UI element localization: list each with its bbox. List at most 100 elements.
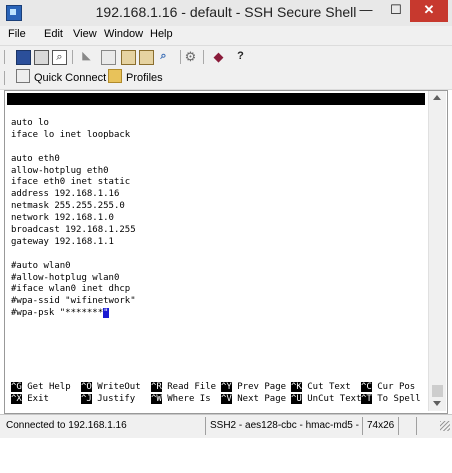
menu-window[interactable]: Window [104, 28, 143, 40]
profiles-label: Profiles [126, 72, 163, 84]
file-line: allow-hotplug eth0 [11, 165, 109, 176]
shortcut-key: ^U [291, 394, 302, 404]
shortcut-exit[interactable]: ^X Exit [11, 393, 49, 405]
maximize-button[interactable]: ☐ [382, 0, 410, 22]
shortcut-label: WriteOut [97, 382, 141, 392]
shortcut-uncut-text[interactable]: ^U UnCut Text [291, 393, 361, 405]
shortcut-get-help[interactable]: ^G Get Help [11, 381, 71, 393]
shortcut-next-page[interactable]: ^V Next Page [221, 393, 286, 405]
shortcut-label: Justify [97, 394, 136, 404]
toolbar-separator [180, 50, 181, 64]
file-line-current: #wpa-psk "*******" [11, 308, 136, 320]
file-line [11, 249, 136, 261]
file-line: broadcast 192.168.1.255 [11, 225, 136, 236]
menu-view[interactable]: View [73, 28, 97, 40]
shortcut-key: ^G [11, 382, 22, 392]
vertical-scrollbar[interactable] [428, 91, 446, 411]
minimize-button[interactable]: — [352, 0, 380, 22]
settings-icon[interactable]: ⚙ [184, 50, 197, 63]
shortcut-key: ^X [11, 394, 22, 404]
file-line: auto lo [11, 118, 49, 128]
toolbar-separator [203, 50, 204, 64]
toolbar: ⌕ ◣ ⌕ ⚙ ◆ ? [0, 45, 452, 69]
find-icon[interactable]: ◣ [80, 50, 93, 63]
current-line-text: #wpa-psk "******* [11, 308, 104, 319]
resize-grip-icon[interactable] [440, 421, 450, 431]
shortcut-writeout[interactable]: ^O WriteOut [81, 381, 141, 393]
shortcut-key: ^R [151, 382, 162, 392]
nano-header: GNU nano 2.2.6 File: /etc/network/interf… [7, 93, 425, 140]
save-icon[interactable] [16, 50, 31, 65]
scroll-down-arrow-icon[interactable] [433, 401, 441, 406]
cipher-status: SSH2 - aes128-cbc - hmac-md5 - nc [205, 417, 362, 435]
help-icon[interactable]: ? [234, 50, 247, 63]
file-line: address 192.168.1.16 [11, 189, 120, 200]
shortcut-label: Get Help [27, 382, 71, 392]
close-button[interactable]: ✕ [410, 0, 448, 22]
file-line: #auto wlan0 [11, 260, 71, 271]
terminal-size-status: 74x26 [362, 417, 395, 435]
shortcut-label: Where Is [167, 394, 211, 404]
paste-icon[interactable] [121, 50, 136, 65]
shortcut-key: ^Y [221, 382, 232, 392]
shortcut-key: ^V [221, 394, 232, 404]
connection-status: Connected to 192.168.1.16 [6, 420, 127, 431]
quick-connect-icon [16, 69, 30, 83]
paste-special-icon[interactable] [139, 50, 154, 65]
folder-icon [108, 69, 122, 83]
menu-edit[interactable]: Edit [44, 28, 63, 40]
shortcut-label: Read File [167, 382, 217, 392]
file-line: netmask 255.255.255.0 [11, 201, 125, 212]
shortcut-to-spell[interactable]: ^T To Spell [361, 393, 421, 405]
shortcut-key: ^K [291, 382, 302, 392]
scroll-up-arrow-icon[interactable] [433, 95, 441, 100]
file-line: auto eth0 [11, 153, 60, 164]
shortcut-key: ^C [361, 382, 372, 392]
quick-connect-button[interactable]: Quick Connect [16, 69, 106, 86]
text-cursor: " [103, 308, 109, 319]
copy-icon[interactable] [101, 50, 116, 65]
shortcut-label: To Spell [377, 394, 421, 404]
status-cell-empty [398, 417, 413, 435]
quick-connect-label: Quick Connect [34, 72, 107, 84]
menu-file[interactable]: File [8, 28, 26, 40]
shortcut-prev-page[interactable]: ^Y Prev Page [221, 381, 286, 393]
profiles-button[interactable]: Profiles [108, 69, 163, 86]
shortcut-row-1: ^G Get Help ^O WriteOut ^R Read File ^Y … [11, 381, 415, 393]
file-line [11, 142, 136, 154]
toolbar-grip [4, 71, 5, 85]
nano-version: GNU nano 2.2.6 [13, 106, 89, 116]
shortcut-label: UnCut Text [307, 394, 362, 404]
status-cell-empty [416, 417, 431, 435]
nano-shortcuts: ^G Get Help ^O WriteOut ^R Read File ^Y … [11, 381, 421, 405]
file-line: #allow-hotplug wlan0 [11, 272, 120, 283]
menu-help[interactable]: Help [150, 28, 173, 40]
file-line: gateway 192.168.1.1 [11, 236, 114, 247]
print-icon[interactable] [34, 50, 49, 65]
file-line: #wpa-ssid "wifinetwork" [11, 296, 136, 307]
shortcut-label: Prev Page [237, 382, 287, 392]
search-icon[interactable]: ⌕ [157, 50, 170, 63]
shortcut-cut-text[interactable]: ^K Cut Text [291, 381, 351, 393]
shortcut-where-is[interactable]: ^W Where Is [151, 393, 211, 405]
title-bar: 192.168.1.16 - default - SSH Secure Shel… [0, 0, 452, 27]
shortcut-key: ^J [81, 394, 92, 404]
shortcut-justify[interactable]: ^J Justify [81, 393, 135, 405]
scroll-thumb[interactable] [432, 385, 443, 397]
file-line: iface lo inet loopback [11, 129, 131, 140]
terminal[interactable]: GNU nano 2.2.6 File: /etc/network/interf… [5, 91, 427, 411]
profile-icon[interactable]: ◆ [212, 50, 225, 63]
file-content: auto lo iface lo inet loopback auto eth0… [11, 118, 136, 320]
shortcut-label: Next Page [237, 394, 287, 404]
shortcut-key: ^T [361, 394, 372, 404]
nano-modified-status: Modified [375, 130, 419, 140]
file-line: network 192.168.1.0 [11, 213, 114, 224]
shortcut-read-file[interactable]: ^R Read File [151, 381, 216, 393]
file-line: iface eth0 inet static [11, 177, 131, 188]
shortcut-key: ^W [151, 394, 162, 404]
nano-file-name: File: /etc/network/interfaces [117, 118, 275, 128]
shortcut-row-2: ^X Exit ^J Justify ^W Where Is ^V Next P… [11, 393, 421, 405]
file-line: #iface wlan0 inet dhcp [11, 284, 131, 295]
shortcut-cur-pos[interactable]: ^C Cur Pos [361, 381, 415, 393]
print-preview-icon[interactable]: ⌕ [52, 50, 67, 65]
